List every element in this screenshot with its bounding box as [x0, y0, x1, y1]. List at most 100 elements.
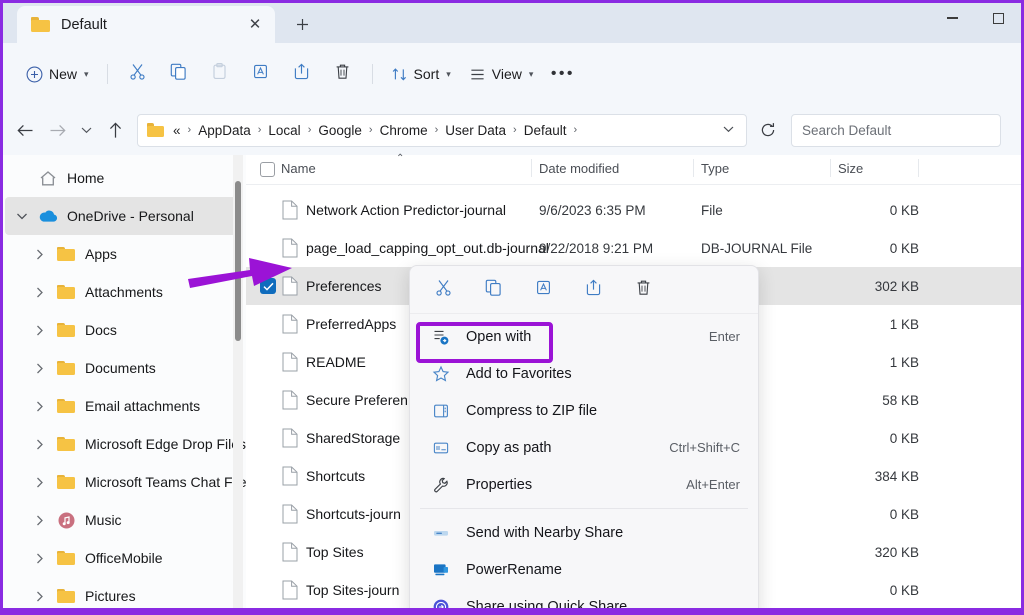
- sidebar-item-officemobile[interactable]: OfficeMobile: [5, 539, 238, 577]
- chevron-right-icon[interactable]: [27, 401, 53, 412]
- see-more-button[interactable]: •••: [542, 57, 583, 91]
- menu-item-add-to-favorites[interactable]: Add to Favorites: [410, 355, 758, 392]
- chevron-right-icon[interactable]: [27, 591, 53, 602]
- chevron-right-icon[interactable]: [27, 287, 53, 298]
- sidebar-item-pictures[interactable]: Pictures: [5, 577, 238, 611]
- new-button[interactable]: New ▾: [17, 57, 98, 91]
- sidebar-item-microsoft-teams-chat-files[interactable]: Microsoft Teams Chat Files: [5, 463, 246, 501]
- column-header-name[interactable]: Name: [281, 161, 316, 176]
- sidebar-item-label: OfficeMobile: [85, 550, 163, 566]
- chevron-right-icon[interactable]: [27, 439, 53, 450]
- sidebar-item-home[interactable]: Home: [5, 159, 238, 197]
- folder-icon: [53, 246, 79, 262]
- file-icon: [282, 390, 298, 410]
- chevron-down-icon[interactable]: [715, 125, 742, 136]
- chevron-right-icon[interactable]: [27, 515, 53, 526]
- menu-item-label: Compress to ZIP file: [466, 402, 598, 419]
- recent-locations-button[interactable]: [73, 114, 99, 146]
- sidebar-item-documents[interactable]: Documents: [5, 349, 238, 387]
- select-all-checkbox[interactable]: [260, 162, 275, 177]
- back-button[interactable]: [9, 114, 41, 146]
- sidebar-item-email-attachments[interactable]: Email attachments: [5, 387, 238, 425]
- rename-button[interactable]: [240, 57, 281, 91]
- share-menu-button[interactable]: [578, 275, 608, 305]
- column-header-size[interactable]: Size: [838, 161, 863, 176]
- breadcrumb-google[interactable]: Google: [316, 121, 364, 140]
- sort-button-label: Sort: [413, 66, 440, 82]
- breadcrumb-user-data[interactable]: User Data: [443, 121, 508, 140]
- view-button[interactable]: View ▾: [460, 57, 543, 91]
- toolbar-divider: [371, 64, 373, 84]
- tab-default[interactable]: Default ✕: [17, 6, 275, 43]
- sort-icon: [391, 66, 408, 83]
- powerrename-icon: [428, 562, 454, 577]
- sidebar-item-label: OneDrive - Personal: [67, 208, 194, 224]
- breadcrumb-appdata[interactable]: AppData: [196, 121, 253, 140]
- clipboard-icon: [210, 62, 229, 86]
- breadcrumb[interactable]: « › AppData › Local › Google › Chrome › …: [137, 113, 747, 147]
- copy-menu-button[interactable]: [478, 275, 508, 305]
- sidebar-item-onedrive-personal[interactable]: OneDrive - Personal: [5, 197, 238, 235]
- up-button[interactable]: [99, 114, 131, 146]
- folder-icon: [147, 123, 164, 137]
- chevron-right-icon[interactable]: [27, 363, 53, 374]
- file-name: page_load_capping_opt_out.db-journal: [306, 240, 549, 256]
- new-tab-button[interactable]: [285, 9, 319, 39]
- share-button[interactable]: [281, 57, 322, 91]
- menu-item-compress-to-zip[interactable]: Compress to ZIP file: [410, 392, 758, 429]
- column-divider[interactable]: [830, 159, 831, 177]
- folder-icon: [53, 284, 79, 300]
- sidebar-item-music[interactable]: Music: [5, 501, 238, 539]
- menu-item-label: Add to Favorites: [466, 365, 572, 382]
- breadcrumb-separator: ›: [307, 124, 312, 136]
- refresh-button[interactable]: [751, 114, 785, 147]
- column-header-date-modified[interactable]: Date modified: [539, 161, 619, 176]
- window-bottom-accent: [3, 608, 1021, 611]
- menu-item-powerrename[interactable]: PowerRename: [410, 551, 758, 588]
- menu-item-send-with-nearby-share[interactable]: Send with Nearby Share: [410, 514, 758, 551]
- menu-item-accelerator: Ctrl+Shift+C: [669, 440, 740, 455]
- menu-item-properties[interactable]: Properties Alt+Enter: [410, 466, 758, 503]
- column-divider[interactable]: [918, 159, 919, 177]
- cut-button[interactable]: [117, 57, 158, 91]
- close-icon[interactable]: ✕: [241, 12, 269, 38]
- breadcrumb-local[interactable]: Local: [266, 121, 302, 140]
- breadcrumb-chrome[interactable]: Chrome: [378, 121, 430, 140]
- chevron-right-icon[interactable]: [27, 553, 53, 564]
- file-icon: [282, 428, 298, 448]
- chevron-right-icon[interactable]: [17, 203, 28, 229]
- sort-button[interactable]: Sort ▾: [382, 57, 460, 91]
- copy-button[interactable]: [158, 57, 199, 91]
- maximize-button[interactable]: [975, 3, 1021, 33]
- music-icon: [53, 512, 79, 529]
- breadcrumb-default[interactable]: Default: [522, 121, 569, 140]
- folder-icon: [53, 360, 79, 376]
- column-divider[interactable]: [693, 159, 694, 177]
- sidebar-item-docs[interactable]: Docs: [5, 311, 238, 349]
- column-divider[interactable]: [531, 159, 532, 177]
- delete-menu-button[interactable]: [628, 275, 658, 305]
- paste-button[interactable]: [199, 57, 240, 91]
- menu-item-copy-as-path[interactable]: Copy as path Ctrl+Shift+C: [410, 429, 758, 466]
- sidebar-item-microsoft-edge-drop-files[interactable]: Microsoft Edge Drop Files: [5, 425, 246, 463]
- chevron-right-icon[interactable]: [27, 477, 53, 488]
- table-row[interactable]: page_load_capping_opt_out.db-journal 9/2…: [246, 229, 1021, 267]
- delete-button[interactable]: [322, 57, 363, 91]
- file-type: File: [701, 202, 723, 218]
- cut-menu-button[interactable]: [428, 275, 458, 305]
- search-input[interactable]: Search Default: [791, 113, 1001, 147]
- toolbar-divider: [106, 64, 108, 84]
- rename-menu-button[interactable]: [528, 275, 558, 305]
- sort-ascending-icon: ⌃: [396, 153, 405, 164]
- forward-button[interactable]: [41, 114, 73, 146]
- file-size: 1 KB: [889, 354, 919, 370]
- menu-item-open-with[interactable]: Open with Enter: [410, 318, 758, 355]
- chevron-right-icon[interactable]: [27, 249, 53, 260]
- breadcrumb-prefix[interactable]: «: [171, 121, 183, 140]
- column-header-type[interactable]: Type: [701, 161, 729, 176]
- table-row[interactable]: Network Action Predictor-journal 9/6/202…: [246, 191, 1021, 229]
- file-size: 302 KB: [874, 278, 919, 294]
- search-placeholder: Search Default: [802, 122, 892, 138]
- minimize-button[interactable]: [929, 3, 975, 33]
- chevron-right-icon[interactable]: [27, 325, 53, 336]
